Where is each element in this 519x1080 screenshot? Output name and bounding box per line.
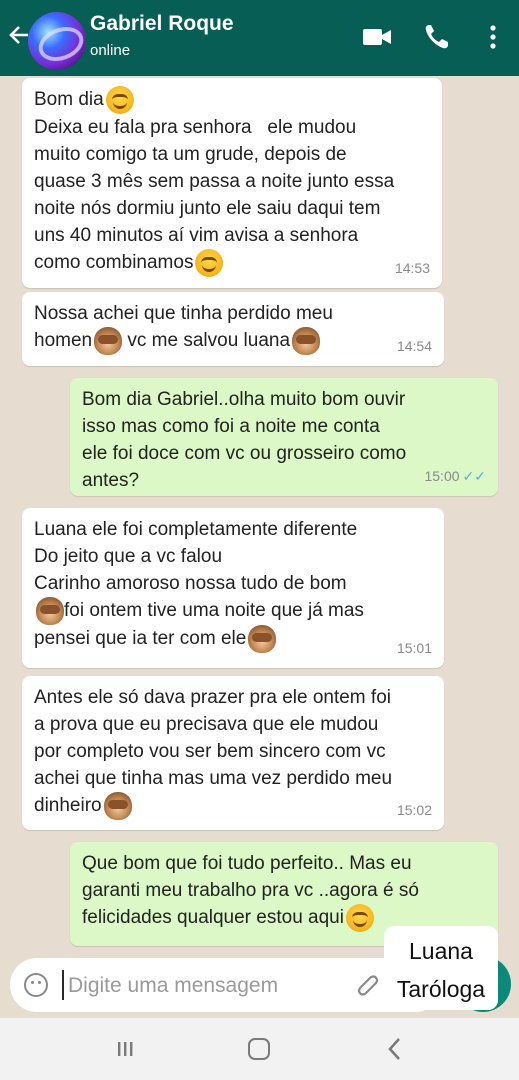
message-bubble[interactable]: Antes ele só dava prazer pra ele ontem f…	[22, 676, 444, 830]
message-text: vc me salvou luana	[122, 330, 291, 352]
double-check-read-icon: ✓✓	[462, 468, 486, 484]
message-time: 14:54	[396, 338, 432, 354]
watermark-label: Luana Taróloga	[384, 926, 498, 1010]
contact-status: online	[90, 42, 131, 59]
message-time: 15:00 ✓✓	[424, 468, 486, 484]
message-composer	[10, 958, 442, 1012]
see-no-evil-monkey-emoji-icon	[36, 597, 64, 625]
message-text: Luana ele foi completamente diferente Do…	[34, 519, 358, 594]
home-icon[interactable]	[248, 1038, 270, 1060]
message-input[interactable]	[66, 966, 350, 1006]
message-time: 15:02	[396, 802, 432, 818]
see-no-evil-monkey-emoji-icon	[94, 327, 123, 355]
contact-name[interactable]: Gabriel Roque	[90, 12, 234, 36]
message-bubble[interactable]: Nossa achei que tinha perdido meu homen …	[22, 292, 444, 366]
message-bubble[interactable]: Bom dia Deixa eu fala pra senhora ele mu…	[22, 78, 442, 288]
watermark-line1: Luana	[409, 938, 473, 964]
smiling-face-emoji-icon	[105, 86, 134, 114]
chat-area[interactable]: Bom dia Deixa eu fala pra senhora ele mu…	[0, 76, 519, 946]
paperclip-icon[interactable]	[354, 970, 382, 998]
message-time: 14:53	[394, 260, 430, 276]
emoji-icon[interactable]	[24, 973, 48, 997]
see-no-evil-monkey-emoji-icon	[248, 625, 277, 653]
text-cursor	[62, 970, 64, 1000]
message-text: foi ontem tive uma noite que já mas pens…	[34, 600, 364, 650]
message-bubble[interactable]: Luana ele foi completamente diferente Do…	[22, 508, 444, 668]
back-arrow-icon[interactable]	[8, 22, 30, 48]
see-no-evil-monkey-emoji-icon	[292, 327, 321, 355]
winking-face-emoji-icon	[345, 904, 374, 932]
message-text: Bom dia	[34, 89, 104, 111]
watermark-line2: Taróloga	[396, 976, 486, 1002]
chat-header: Gabriel Roque online	[0, 0, 519, 76]
system-navigation-bar	[0, 1018, 519, 1080]
smiling-face-emoji-icon	[195, 249, 224, 277]
video-call-icon[interactable]	[360, 20, 394, 54]
avatar[interactable]	[28, 12, 86, 70]
message-text: Antes ele só dava prazer pra ele ontem f…	[34, 687, 393, 817]
system-back-icon[interactable]	[385, 1036, 405, 1062]
message-time: 15:01	[396, 640, 432, 656]
see-no-evil-monkey-emoji-icon	[103, 792, 132, 820]
more-options-icon[interactable]	[476, 20, 510, 54]
phone-icon[interactable]	[420, 20, 454, 54]
recent-apps-icon[interactable]	[116, 1040, 134, 1058]
message-bubble[interactable]: Bom dia Gabriel..olha muito bom ouvir is…	[70, 378, 498, 496]
